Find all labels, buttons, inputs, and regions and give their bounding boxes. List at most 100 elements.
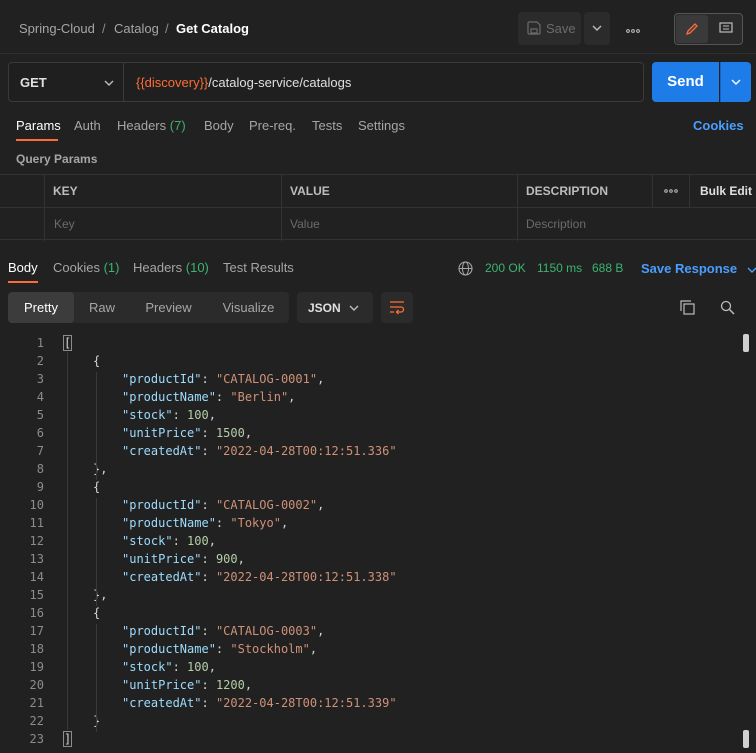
format-label: JSON (308, 301, 341, 315)
response-body-viewer[interactable]: 1 [2 {3 "productId": "CATALOG-0001", 4 "produ… (0, 334, 756, 753)
view-mode-tabs: Pretty Raw Preview Visualize (8, 292, 289, 323)
code-token: "2022-04-28T00:12:51.338" (215, 570, 397, 584)
response-headers-count: (10) (185, 260, 209, 275)
table-header-row: KEY VALUE DESCRIPTION Bulk Edit (0, 174, 756, 208)
description-field[interactable]: Description (517, 208, 756, 241)
code-line: [ (62, 335, 73, 351)
code-token: , (288, 390, 296, 404)
code-token: { (93, 480, 101, 494)
line-number: 2 (36, 354, 44, 368)
line-number: 8 (36, 462, 44, 476)
line-number: 20 (29, 678, 44, 692)
response-tab-headers[interactable]: Headers (10) (133, 260, 209, 275)
response-tab-body[interactable]: Body (8, 260, 38, 275)
view-tab-pretty[interactable]: Pretty (8, 292, 74, 323)
line-number: 13 (29, 552, 44, 566)
view-tab-visualize[interactable]: Visualize (212, 292, 285, 323)
chevron-down-icon (349, 305, 359, 311)
response-cookies-count: (1) (103, 260, 120, 275)
save-response-button[interactable]: Save Response (641, 261, 756, 276)
active-tab-indicator (16, 139, 58, 141)
tab-tests[interactable]: Tests (312, 118, 342, 133)
globe-icon[interactable] (458, 261, 473, 276)
line-number: 9 (36, 480, 44, 494)
cookies-link[interactable]: Cookies (693, 118, 744, 133)
tab-headers[interactable]: Headers (7) (117, 118, 186, 133)
tab-prerequest[interactable]: Pre-req. (249, 118, 296, 133)
breadcrumb-collection[interactable]: Spring-Cloud (19, 21, 95, 36)
code-token: : (201, 444, 216, 458)
save-button[interactable]: Save (518, 12, 581, 45)
scrollbar-thumb[interactable] (743, 730, 749, 748)
method-select[interactable]: GET (9, 63, 124, 101)
code-token: { (93, 354, 101, 368)
status-code[interactable]: 200 OK (485, 261, 526, 275)
url-input[interactable]: {{discovery}}/catalog-service/catalogs (136, 75, 351, 90)
code-token: "CATALOG-0001" (215, 372, 318, 386)
query-params-table: KEY VALUE DESCRIPTION Bulk Edit Key Valu… (0, 174, 756, 241)
line-number: 7 (36, 444, 44, 458)
response-tab-test-results[interactable]: Test Results (223, 260, 294, 275)
code-token: "productName" (122, 516, 216, 530)
line-number: 12 (29, 534, 44, 548)
copy-icon[interactable] (680, 300, 695, 315)
tab-params[interactable]: Params (16, 118, 61, 133)
chevron-down-icon (592, 25, 602, 31)
line-number: 10 (29, 498, 44, 512)
key-column-header: KEY (44, 175, 281, 208)
tab-settings[interactable]: Settings (358, 118, 405, 133)
code-token: : (215, 642, 231, 656)
search-icon[interactable] (720, 300, 735, 315)
save-options-button[interactable] (584, 12, 610, 45)
scrollbar-thumb[interactable] (743, 334, 749, 352)
code-token: 1200 (215, 678, 245, 692)
view-tab-preview[interactable]: Preview (134, 292, 203, 323)
format-select[interactable]: JSON (297, 292, 373, 323)
send-button[interactable]: Send (652, 62, 719, 102)
code-token: { (93, 606, 101, 620)
tab-auth[interactable]: Auth (74, 118, 101, 133)
code-line: "unitPrice": 1200, (122, 678, 252, 692)
code-token: "2022-04-28T00:12:51.339" (215, 696, 397, 710)
pencil-icon (685, 23, 698, 36)
code-token: "Stockholm" (230, 642, 310, 656)
more-actions-button[interactable] (622, 12, 644, 45)
code-token: 1500 (215, 426, 245, 440)
response-time[interactable]: 1150 ms (537, 261, 582, 275)
bulk-edit-button[interactable]: Bulk Edit (689, 175, 756, 208)
edit-mode-button[interactable] (676, 15, 708, 43)
wrap-lines-button[interactable] (381, 292, 413, 323)
view-tab-raw[interactable]: Raw (80, 292, 124, 323)
documentation-mode-button[interactable] (710, 15, 742, 43)
breadcrumb-request[interactable]: Get Catalog (176, 21, 249, 36)
key-field[interactable]: Key (44, 208, 281, 241)
column-options-button[interactable] (652, 175, 689, 208)
response-size[interactable]: 688 B (592, 261, 623, 275)
code-token: : (215, 516, 231, 530)
code-line: { (93, 606, 100, 620)
value-field[interactable]: Value (281, 208, 517, 241)
response-tab-cookies[interactable]: Cookies (1) (53, 260, 119, 275)
value-header-label: VALUE (290, 184, 330, 198)
key-placeholder: Key (54, 217, 75, 231)
key-header-label: KEY (53, 184, 78, 198)
code-line: ] (62, 731, 73, 747)
breadcrumb-folder[interactable]: Catalog (114, 21, 159, 36)
more-icon (664, 189, 678, 193)
code-token: : (201, 624, 216, 638)
value-placeholder: Value (290, 217, 320, 231)
code-token: "CATALOG-0002" (215, 498, 318, 512)
code-line: "unitPrice": 900, (122, 552, 245, 566)
send-options-button[interactable] (720, 62, 751, 102)
indent-guide (96, 498, 97, 606)
chevron-down-icon (731, 79, 741, 85)
code-token: : (201, 426, 216, 440)
code-token: , (237, 552, 245, 566)
tab-body[interactable]: Body (204, 118, 234, 133)
line-number: 1 (36, 336, 44, 350)
indent-guide (96, 624, 97, 732)
code-token: : (201, 678, 216, 692)
code-token: : (172, 534, 188, 548)
save-label: Save (546, 21, 576, 36)
code-token: "createdAt" (122, 444, 202, 458)
